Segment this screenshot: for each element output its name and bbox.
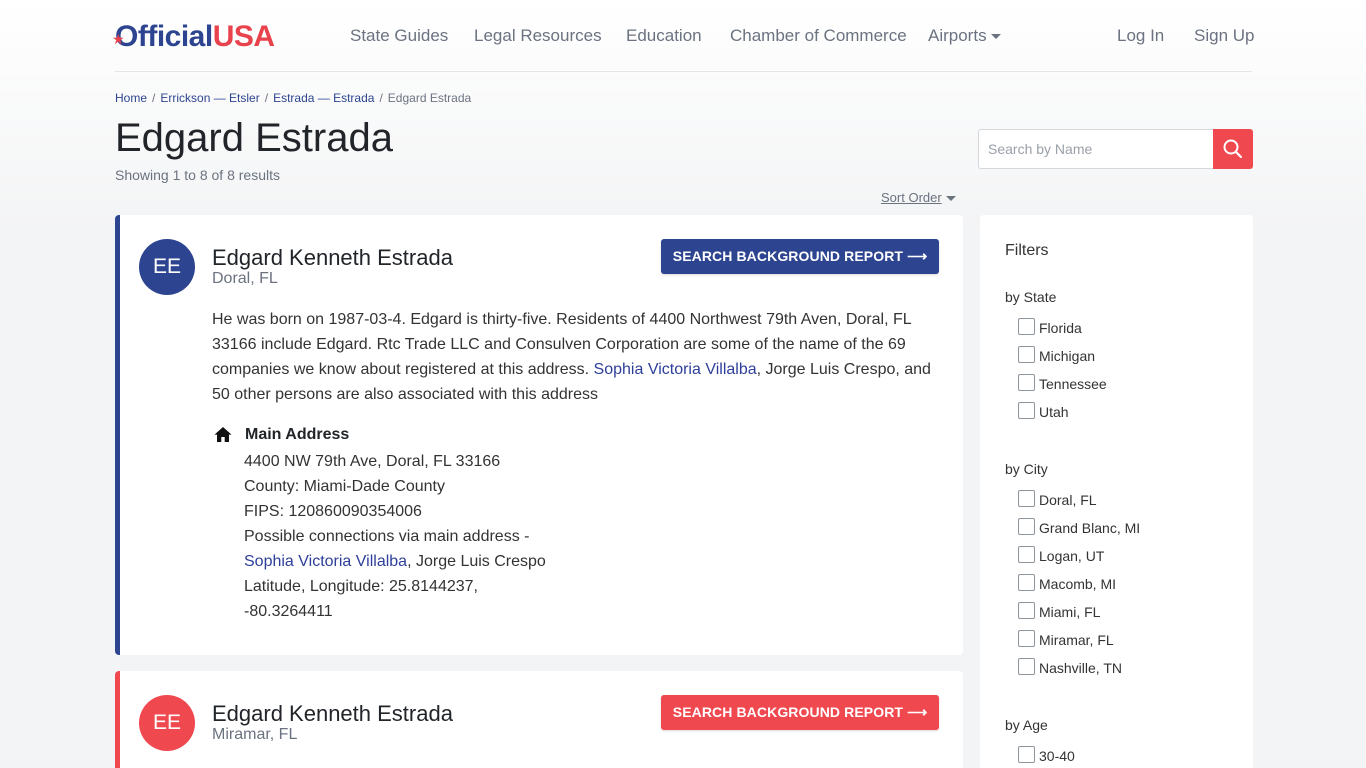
nav-legal-resources[interactable]: Legal Resources: [474, 26, 602, 46]
checkbox[interactable]: [1018, 602, 1035, 619]
search-background-report-button[interactable]: SEARCH BACKGROUND REPORT ⟶: [661, 239, 939, 274]
filter-heading-state: by State: [1005, 289, 1057, 305]
main-address-block: 4400 NW 79th Ave, Doral, FL 33166 County…: [244, 449, 564, 624]
checkbox[interactable]: [1018, 746, 1035, 763]
search-icon: [1223, 139, 1243, 159]
fips: FIPS: 120860090354006: [244, 503, 422, 520]
breadcrumb-estrada-estrada[interactable]: Estrada — Estrada: [273, 91, 374, 105]
county: County: Miami-Dade County: [244, 478, 445, 495]
home-icon: [214, 427, 232, 442]
breadcrumb-home[interactable]: Home: [115, 91, 147, 105]
login-link[interactable]: Log In: [1117, 26, 1164, 46]
arrow-right-icon: ⟶: [907, 704, 928, 720]
connections-list: Sophia Victoria Villalba, Jorge Luis Cre…: [244, 553, 546, 570]
person-name[interactable]: Edgard Kenneth Estrada: [212, 245, 453, 271]
sort-order-dropdown[interactable]: Sort Order: [881, 190, 956, 206]
checkbox[interactable]: [1018, 346, 1035, 363]
connections-label: Possible connections via main address -: [244, 528, 530, 545]
results-count: Showing 1 to 8 of 8 results: [115, 167, 280, 183]
breadcrumb-errickson-etsler[interactable]: Errickson — Etsler: [160, 91, 259, 105]
sort-order-label: Sort Order: [881, 190, 942, 205]
page-title: Edgard Estrada: [115, 116, 393, 160]
nav-airports-dropdown[interactable]: Airports: [928, 26, 1001, 46]
search-box: [978, 129, 1253, 169]
nav-chamber-of-commerce[interactable]: Chamber of Commerce: [730, 26, 907, 46]
associate-link[interactable]: Sophia Victoria Villalba: [594, 361, 757, 378]
report-button-label: SEARCH BACKGROUND REPORT: [672, 248, 904, 264]
filter-heading-age: by Age: [1005, 717, 1048, 733]
checkbox[interactable]: [1018, 490, 1035, 507]
longitude-value: -80.3264411: [244, 603, 333, 620]
nav-state-guides[interactable]: State Guides: [350, 26, 448, 46]
chevron-down-icon: [990, 34, 1001, 40]
chevron-down-icon: [945, 196, 956, 202]
breadcrumb-current: Edgard Estrada: [387, 91, 472, 105]
report-button-label: SEARCH BACKGROUND REPORT: [672, 704, 904, 720]
search-input[interactable]: [978, 129, 1214, 169]
person-card: EE Edgard Kenneth Estrada Doral, FL SEAR…: [115, 215, 963, 655]
signup-link[interactable]: Sign Up: [1194, 26, 1254, 46]
search-background-report-button[interactable]: SEARCH BACKGROUND REPORT ⟶: [661, 695, 939, 730]
site-logo[interactable]: ★ OfficialUSA: [112, 20, 275, 54]
star-icon: ★: [112, 31, 125, 47]
checkbox[interactable]: [1018, 546, 1035, 563]
site-header: ★ OfficialUSA State Guides Legal Resource…: [112, 0, 1254, 72]
card-accent: [115, 671, 120, 768]
nav-airports-label: Airports: [928, 26, 987, 45]
checkbox[interactable]: [1018, 518, 1035, 535]
breadcrumb: Home / Errickson — Etsler / Estrada — Estrad…: [115, 91, 472, 105]
checkbox[interactable]: [1018, 318, 1035, 335]
person-location: Miramar, FL: [212, 726, 298, 743]
checkbox[interactable]: [1018, 374, 1035, 391]
filter-heading-city: by City: [1005, 461, 1048, 477]
nav-education[interactable]: Education: [626, 26, 702, 46]
address-line: 4400 NW 79th Ave, Doral, FL 33166: [244, 453, 501, 470]
checkbox[interactable]: [1018, 630, 1035, 647]
latitude-longitude: Latitude, Longitude: 25.8144237,: [244, 578, 478, 595]
avatar: EE: [139, 695, 195, 751]
person-bio: He was born on 1987-03-4. Edgard is thir…: [212, 311, 931, 403]
person-location: Doral, FL: [212, 270, 278, 287]
checkbox[interactable]: [1018, 658, 1035, 675]
checkbox[interactable]: [1018, 402, 1035, 419]
filters-title: Filters: [1005, 242, 1049, 259]
person-card: EE Edgard Kenneth Estrada Miramar, FL SE…: [115, 671, 963, 768]
avatar: EE: [139, 239, 195, 295]
arrow-right-icon: ⟶: [907, 248, 928, 264]
person-name[interactable]: Edgard Kenneth Estrada: [212, 701, 453, 727]
checkbox[interactable]: [1018, 574, 1035, 591]
filters-panel: Filters by State Florida Michigan Tennes…: [980, 215, 1253, 768]
search-button[interactable]: [1213, 129, 1253, 169]
card-accent: [115, 215, 120, 655]
connection-link[interactable]: Sophia Victoria Villalba: [244, 553, 407, 570]
main-address-heading: Main Address: [245, 426, 350, 443]
